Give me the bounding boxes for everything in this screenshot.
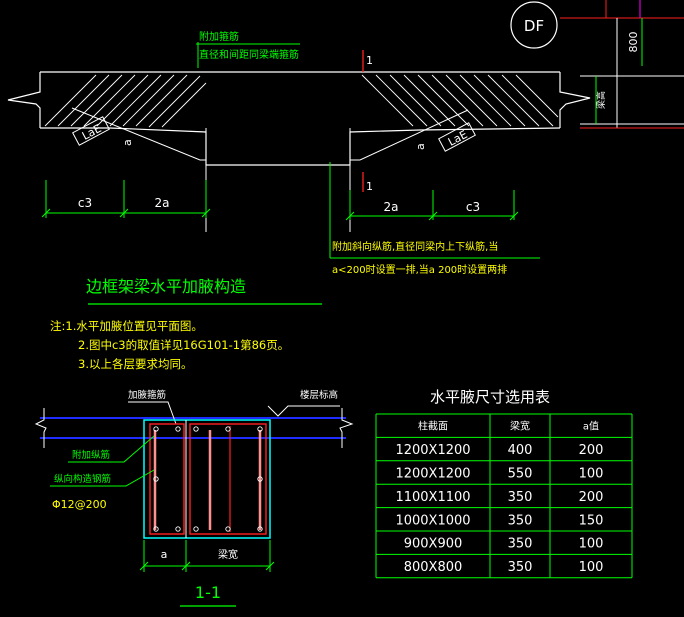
break-line-left	[7, 72, 41, 128]
table-cell: 200	[579, 443, 604, 458]
table-cell: 100	[579, 537, 604, 552]
table-cell: 900X900	[404, 537, 463, 552]
break-left-section	[34, 408, 47, 448]
table-cell: 350	[508, 560, 533, 575]
side-elevation-partial: DF 800 梁高	[510, 0, 684, 129]
df-bubble-label: DF	[524, 17, 544, 35]
extra-longitudinal-label: 附加纵筋	[72, 449, 110, 461]
table-cell: 100	[579, 467, 604, 482]
table-header-cell: 梁宽	[510, 420, 530, 433]
section-marker-top: 1	[366, 54, 373, 67]
lae-tag-right: LaE	[438, 122, 476, 152]
top-callout-line1: 附加箍筋	[199, 30, 239, 43]
table-header-cell: 柱截面	[418, 420, 448, 433]
note-1: 注:1.水平加腋位置见平面图。	[50, 319, 203, 333]
title-notes: 边框架梁水平加腋构造 注:1.水平加腋位置见平面图。 2.图中c3的取值详见16…	[50, 277, 322, 371]
table-cell: 1100X1100	[395, 490, 470, 505]
lae-right-label: LaE	[446, 128, 470, 149]
dim-800-label: 800	[627, 32, 640, 53]
table-cell: 200	[579, 490, 604, 505]
table-cell: 350	[508, 537, 533, 552]
hatch-right	[361, 74, 559, 127]
section-title: 1-1	[195, 583, 221, 602]
table-cell: 1200X1200	[395, 467, 470, 482]
table-cells: 柱截面 梁宽 a值 1200X1200 400 200 1200X1200 550 100 110…	[395, 420, 603, 575]
haunch-size-table: 水平腋尺寸选用表 柱截面 梁宽 a值 1200X1200 400 200 1200X1200…	[375, 388, 633, 579]
section-1-1: 楼层标高 加腋箍筋 附加纵筋 纵向构造钢筋 Φ12@200 a 梁宽 1-1	[34, 389, 354, 607]
dimensions-right	[345, 190, 519, 221]
table-cell: 550	[508, 467, 533, 482]
note-3: 3.以上各层要求均同。	[78, 357, 192, 371]
haunch-rebar-label: 加腋箍筋	[128, 389, 166, 401]
table-cell: 150	[579, 513, 604, 528]
section-dim-a: a	[161, 548, 168, 561]
dim-c3-left: c3	[78, 196, 92, 210]
section-marker-bottom: 1	[366, 180, 373, 193]
main-title: 边框架梁水平加腋构造	[86, 277, 246, 296]
beam-stirrup	[189, 423, 267, 535]
dimensions-left	[41, 180, 211, 218]
elev-marker	[267, 405, 340, 417]
bottom-callout-line1: 附加斜向纵筋,直径同梁内上下纵筋,当	[332, 240, 498, 253]
spacing-label: Φ12@200	[52, 498, 107, 511]
table-header-cell: a值	[583, 420, 599, 433]
break-line-right	[559, 72, 591, 128]
lae-left-label: LaE	[80, 122, 104, 143]
plan-view: LaE LaE a a 1 1 附加箍筋 直径和间距同梁端箍筋 c3 2a 2a…	[7, 30, 591, 276]
table-cell: 1000X1000	[395, 513, 470, 528]
longitudinal-construct-label: 纵向构造钢筋	[54, 473, 111, 485]
dim-2a-left: 2a	[155, 196, 170, 210]
table-cell: 800X800	[404, 560, 463, 575]
section-dim-beam-width: 梁宽	[218, 548, 238, 561]
break-right-section	[339, 408, 354, 448]
beam-bottom-edge-haunch	[40, 127, 561, 166]
note-2: 2.图中c3的取值详见16G101-1第86页。	[78, 338, 289, 352]
table-cell: 350	[508, 513, 533, 528]
table-title: 水平腋尺寸选用表	[430, 388, 550, 406]
dim-2a-right: 2a	[384, 200, 399, 214]
table-cell: 1200X1200	[395, 443, 470, 458]
table-cell: 350	[508, 490, 533, 505]
floor-elev-label: 楼层标高	[300, 389, 338, 401]
bottom-callout-line2: a<200时设置一排,当a 200时设置两排	[332, 263, 507, 276]
beam-height-label: 梁高	[595, 91, 607, 109]
table-cell: 100	[579, 560, 604, 575]
a-right-label: a	[414, 143, 427, 150]
top-callout-line2: 直径和间距同梁端箍筋	[199, 48, 299, 61]
dim-c3-right: c3	[466, 200, 480, 214]
rebar-dots	[153, 426, 263, 532]
a-left-label: a	[121, 139, 134, 146]
hatch-left	[44, 74, 207, 128]
cad-drawing-canvas: LaE LaE a a 1 1 附加箍筋 直径和间距同梁端箍筋 c3 2a 2a…	[7, 0, 684, 607]
table-cell: 400	[508, 443, 533, 458]
